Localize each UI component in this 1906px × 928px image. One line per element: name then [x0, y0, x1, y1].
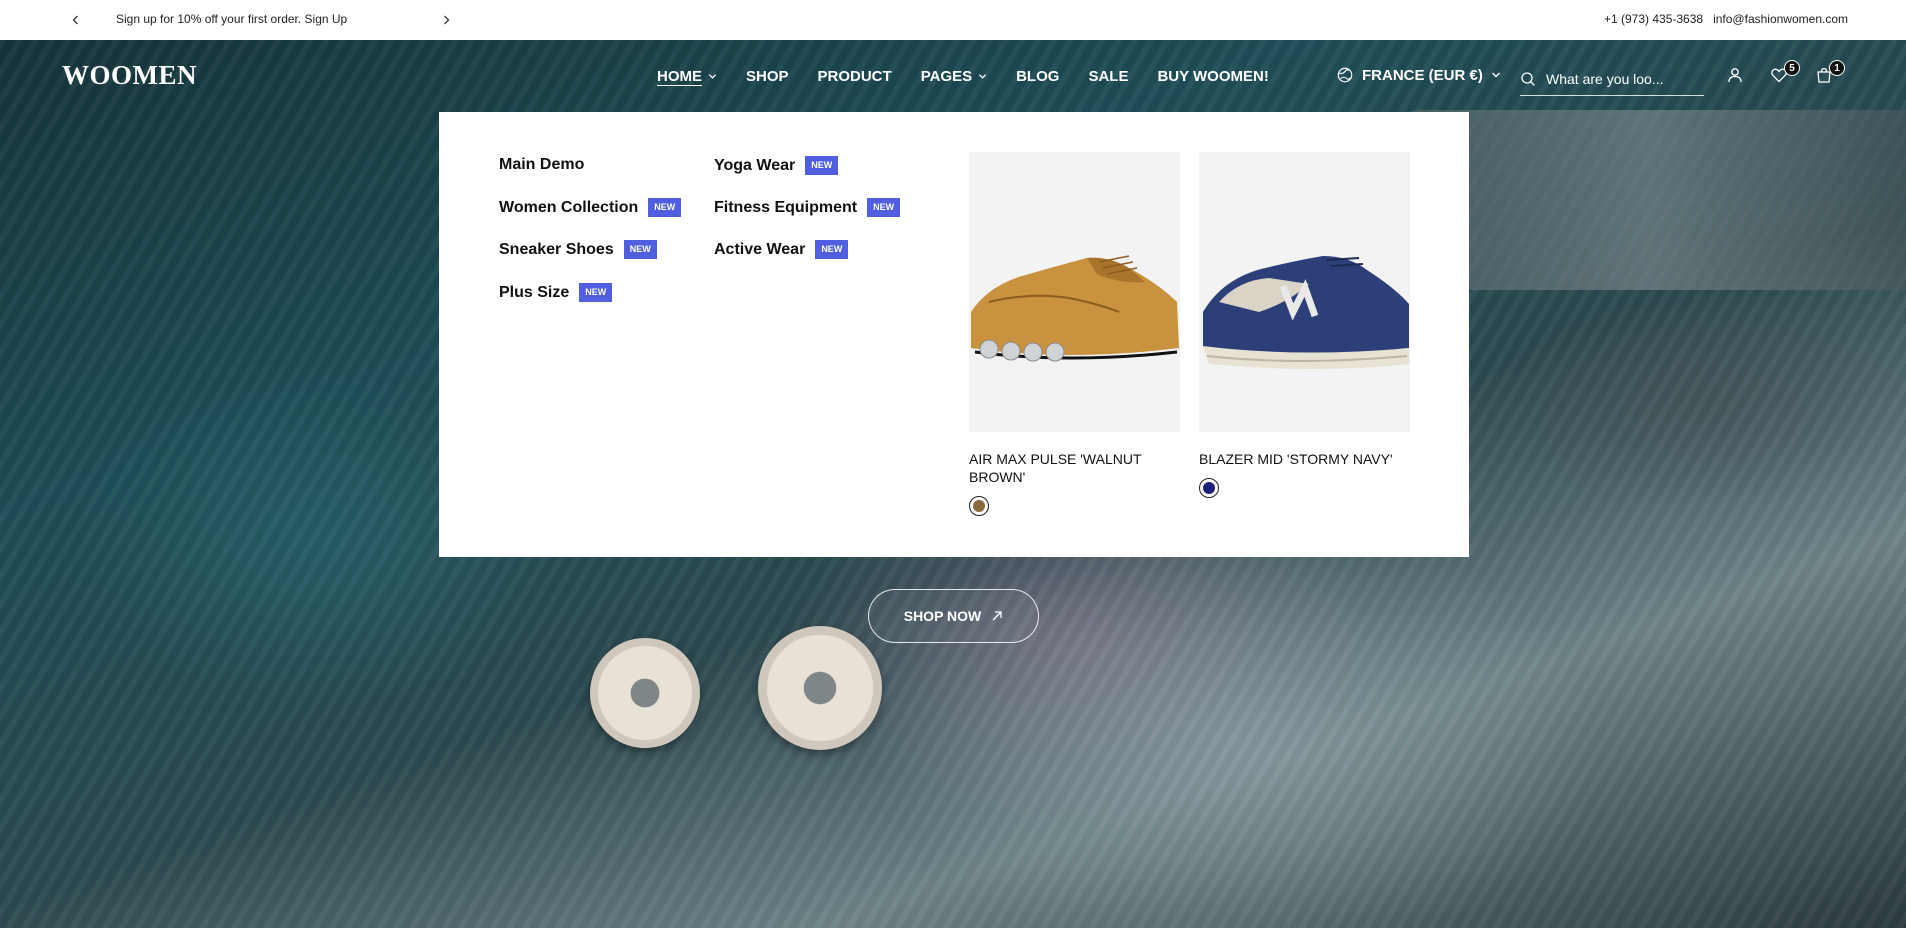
nav-blog[interactable]: BLOG [1016, 68, 1059, 85]
globe-icon [1337, 67, 1353, 83]
account-button[interactable] [1726, 66, 1746, 86]
nav-shop[interactable]: SHOP [746, 68, 789, 85]
nav-blog-label: BLOG [1016, 68, 1060, 85]
menu-link-active-wear[interactable]: Active Wear NEW [714, 240, 849, 259]
product-card: AIR MAX PULSE 'WALNUT BROWN' [969, 152, 1180, 516]
menu-link-women-collection[interactable]: Women Collection NEW [499, 198, 682, 217]
color-swatch[interactable] [969, 496, 989, 516]
menu-link-label: Fitness Equipment [714, 198, 858, 216]
email-link[interactable]: info@fashionwomen.com [1713, 12, 1848, 26]
shop-now-label: SHOP NOW [903, 608, 982, 624]
site-logo[interactable]: WOOMEN [62, 60, 197, 91]
menu-link-label: Main Demo [499, 156, 585, 173]
new-badge: NEW [867, 198, 901, 217]
search-bar [1520, 62, 1704, 96]
cart-button[interactable]: 1 [1815, 60, 1845, 86]
wishlist-button[interactable]: 5 [1770, 60, 1800, 86]
search-icon[interactable] [1520, 71, 1536, 87]
nav-home[interactable]: HOME [657, 68, 717, 85]
product-card: BLAZER MID 'STORMY NAVY' [1199, 152, 1410, 498]
menu-link-sneaker-shoes[interactable]: Sneaker Shoes NEW [499, 240, 657, 259]
contact-info: +1 (973) 435-3638 info@fashionwomen.com [1604, 12, 1848, 26]
menu-link-fitness-equipment[interactable]: Fitness Equipment NEW [714, 198, 901, 217]
product-name[interactable]: AIR MAX PULSE 'WALNUT BROWN' [969, 450, 1180, 486]
nav-buy-woomen-label: BUY WOOMEN! [1157, 68, 1269, 85]
chevron-down-icon [978, 74, 987, 79]
nav-home-label: HOME [657, 68, 702, 85]
nav-product-label: PRODUCT [817, 68, 892, 85]
new-badge: NEW [815, 240, 849, 259]
chevron-down-icon [1491, 72, 1500, 78]
nav-product[interactable]: PRODUCT [818, 68, 892, 85]
announcement-bar: Sign up for 10% off your first order. Si… [0, 0, 1906, 40]
sneaker-image [1203, 256, 1409, 369]
swatch-color [973, 500, 985, 512]
wishlist-count-badge: 5 [1784, 60, 1800, 76]
home-mega-menu: Main Demo Women Collection NEW Sneaker S… [439, 112, 1469, 557]
menu-link-label: Plus Size [499, 283, 570, 301]
product-image[interactable] [969, 152, 1180, 432]
locale-label: FRANCE (EUR €) [1362, 66, 1483, 84]
menu-link-label: Sneaker Shoes [499, 240, 614, 258]
chevron-down-icon [708, 74, 717, 79]
new-badge: NEW [805, 156, 839, 175]
cart-count-badge: 1 [1829, 60, 1845, 76]
menu-link-yoga-wear[interactable]: Yoga Wear NEW [714, 156, 839, 175]
chevron-right-icon[interactable] [434, 0, 458, 40]
menu-link-plus-size[interactable]: Plus Size NEW [499, 283, 613, 302]
arrow-up-right-icon [992, 611, 1002, 621]
product-name[interactable]: BLAZER MID 'STORMY NAVY' [1199, 450, 1410, 468]
skateboard-wheel [590, 638, 700, 748]
search-input[interactable] [1546, 70, 1686, 87]
product-image[interactable] [1199, 152, 1410, 432]
new-badge: NEW [623, 240, 657, 259]
locale-selector[interactable]: FRANCE (EUR €) [1336, 66, 1501, 84]
new-badge: NEW [648, 198, 682, 217]
phone-link[interactable]: +1 (973) 435-3638 [1604, 12, 1703, 26]
sneaker-image [971, 255, 1179, 371]
nav-shop-label: SHOP [746, 68, 789, 85]
nav-pages-label: PAGES [920, 68, 973, 85]
nav-buy-woomen[interactable]: BUY WOOMEN! [1157, 68, 1268, 85]
new-badge: NEW [579, 283, 613, 302]
menu-link-main-demo[interactable]: Main Demo [499, 156, 584, 174]
user-icon [1728, 68, 1742, 83]
nav-pages[interactable]: PAGES [921, 68, 987, 85]
nav-sale-label: SALE [1088, 68, 1129, 85]
main-nav: HOME SHOP PRODUCT PAGES BLOG SALE BUY WO… [657, 68, 1298, 85]
color-swatch[interactable] [1199, 478, 1219, 498]
shop-now-button[interactable]: SHOP NOW [868, 589, 1039, 643]
announcement-text[interactable]: Sign up for 10% off your first order. Si… [116, 12, 347, 26]
menu-link-label: Yoga Wear [714, 156, 796, 174]
menu-link-label: Women Collection [499, 198, 639, 216]
menu-link-label: Active Wear [714, 240, 806, 258]
chevron-left-icon[interactable] [64, 0, 88, 40]
swatch-color [1203, 482, 1215, 494]
skateboard-wheel [758, 626, 882, 750]
nav-sale[interactable]: SALE [1088, 68, 1128, 85]
